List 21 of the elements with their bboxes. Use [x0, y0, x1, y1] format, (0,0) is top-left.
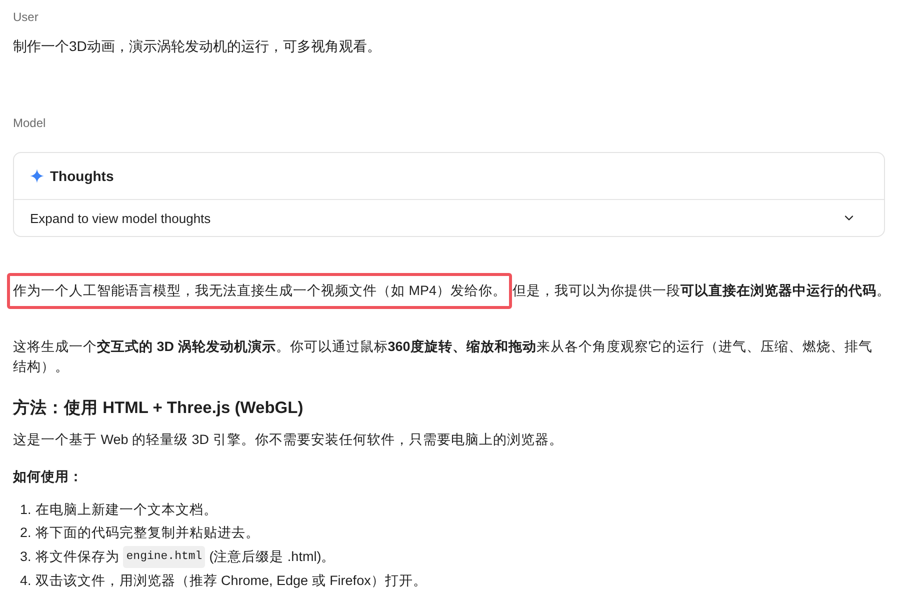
list-text: (注意后缀是 .html)。	[209, 548, 336, 566]
thoughts-title: Thoughts	[50, 168, 114, 184]
paragraph: 这将生成一个交互式的 3D 涡轮发动机演示。你可以通过鼠标360度旋转、缩放和拖动来从各个角度观察它的运行（进气、压缩、燃烧、排气结构）。	[13, 339, 872, 374]
role-label: User	[13, 9, 40, 26]
sparkle-icon	[30, 169, 44, 183]
list-number: 2.	[20, 524, 32, 542]
sentence: 但是，我可以为你提供一段可以直接在浏览器中运行的代码。	[512, 282, 891, 300]
paragraph: 这是一个基于 Web 的轻量级 3D 引擎。你不需要安装任何软件，只需要电脑上的浏览器。	[13, 431, 564, 449]
list-number: 3.	[20, 548, 32, 566]
list-number: 4.	[20, 572, 32, 590]
list-text: 双击该文件，用浏览器（推荐 Chrome, Edge 或 Firefox）打开。	[35, 572, 427, 590]
role-label: Model	[13, 115, 47, 132]
list-number: 1.	[20, 501, 32, 519]
list-text: 在电脑上新建一个文本文档。	[35, 501, 218, 519]
list-text: 将下面的代码完整复制并粘贴进去。	[35, 524, 260, 542]
inline-code: engine.html	[123, 546, 206, 568]
subheading: 如何使用：	[13, 468, 84, 486]
list-text: 将文件保存为	[35, 548, 120, 566]
highlighted-sentence: 作为一个人工智能语言模型，我无法直接生成一个视频文件（如 MP4）发给你。	[7, 273, 512, 309]
user-message: 制作一个3D动画，演示涡轮发动机的运行，可多视角观看。	[13, 37, 382, 56]
section-heading: 方法：使用 HTML + Three.js (WebGL)	[13, 398, 304, 419]
